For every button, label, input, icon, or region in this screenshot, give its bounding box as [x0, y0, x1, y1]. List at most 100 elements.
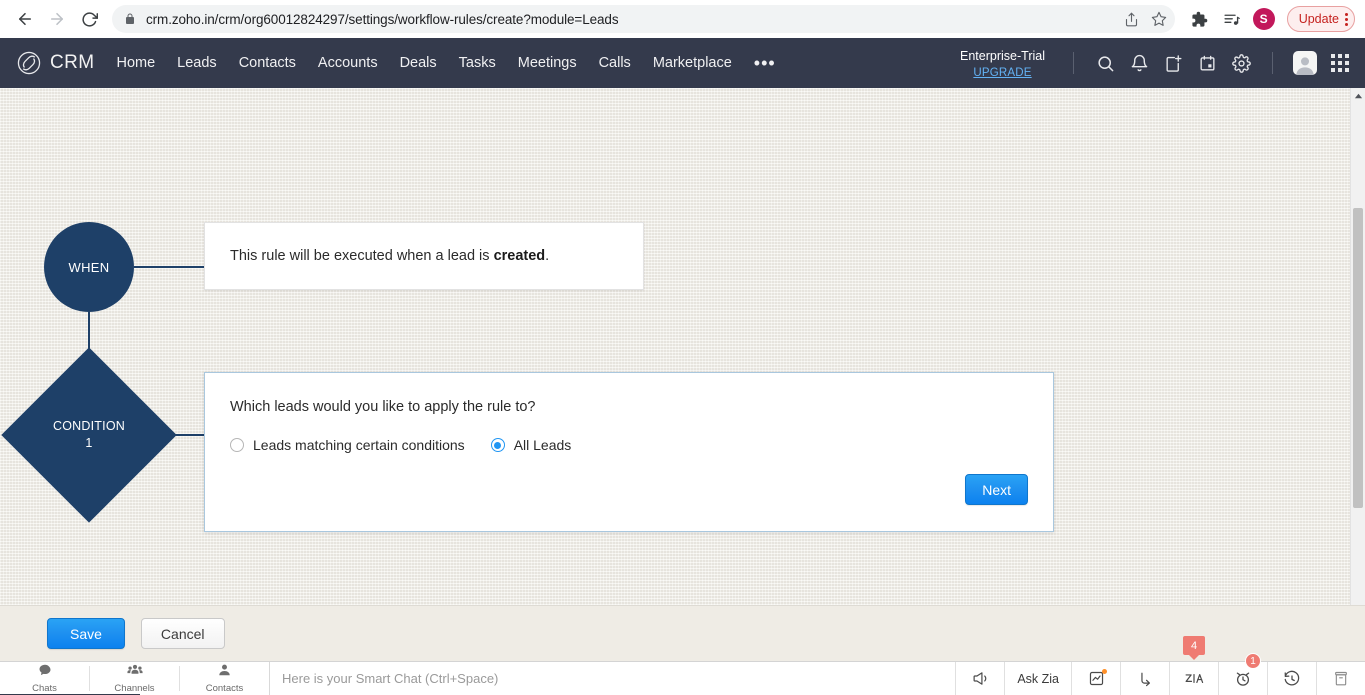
browser-toolbar-icons: S Update — [1183, 6, 1355, 32]
condition-radio-group: Leads matching certain conditions All Le… — [230, 437, 1028, 453]
next-button[interactable]: Next — [965, 474, 1028, 505]
nav-item-deals[interactable]: Deals — [400, 55, 437, 71]
archive-icon[interactable] — [1316, 662, 1365, 695]
profile-avatar[interactable]: S — [1252, 8, 1275, 30]
radio-button-unselected[interactable] — [230, 438, 244, 452]
smart-chat-placeholder: Here is your Smart Chat (Ctrl+Space) — [282, 671, 499, 686]
flow-node-condition-label: CONDITION 1 — [27, 373, 151, 497]
when-text-bold: created — [493, 248, 546, 264]
ask-zia-button[interactable]: Ask Zia — [1004, 662, 1071, 695]
crm-main-nav: Home Leads Contacts Accounts Deals Tasks… — [116, 54, 960, 72]
analytics-icon[interactable] — [1071, 662, 1120, 695]
nav-item-contacts[interactable]: Contacts — [239, 55, 296, 71]
save-button[interactable]: Save — [47, 618, 125, 649]
condition-card: Which leads would you like to apply the … — [204, 372, 1054, 532]
scroll-up-arrow-icon[interactable] — [1351, 88, 1365, 104]
gear-icon[interactable] — [1224, 46, 1258, 80]
browser-nav-buttons — [10, 4, 104, 34]
radio-option-matching-conditions[interactable]: Leads matching certain conditions — [230, 437, 465, 453]
taskbar-item-chats[interactable]: Chats — [0, 662, 89, 695]
radio-option-all-leads[interactable]: All Leads — [490, 437, 572, 453]
apps-grid-icon[interactable] — [1331, 54, 1349, 72]
bell-icon[interactable] — [1122, 46, 1156, 80]
nav-item-accounts[interactable]: Accounts — [318, 55, 378, 71]
when-summary-card[interactable]: This rule will be executed when a lead i… — [204, 222, 644, 290]
when-summary-text: This rule will be executed when a lead i… — [230, 248, 549, 264]
nav-item-home[interactable]: Home — [116, 55, 155, 71]
form-action-bar: Save Cancel — [0, 605, 1365, 661]
nav-item-meetings[interactable]: Meetings — [518, 55, 577, 71]
reload-button[interactable] — [74, 4, 104, 34]
connector-when-to-card — [134, 266, 204, 268]
omnibox-actions — [1124, 5, 1167, 33]
flow-node-when-label: WHEN — [68, 259, 110, 275]
taskbar-item-channels[interactable]: Channels — [90, 662, 179, 695]
radio-label-matching-conditions: Leads matching certain conditions — [253, 437, 465, 453]
browser-toolbar: crm.zoho.in/crm/org60012824297/settings/… — [0, 0, 1365, 38]
zia-badge: 4 — [1183, 636, 1205, 655]
extensions-icon[interactable] — [1187, 6, 1213, 32]
person-icon — [218, 663, 231, 682]
taskbar-label-contacts: Contacts — [205, 683, 244, 694]
avatar[interactable] — [1293, 51, 1317, 75]
alarm-badge: 1 — [1245, 653, 1261, 669]
trial-plan-block: Enterprise-Trial UPGRADE — [960, 46, 1045, 80]
reading-list-icon[interactable] — [1219, 6, 1245, 32]
taskbar-left-group: Chats Channels Contacts — [0, 662, 269, 695]
condition-label-line2: 1 — [85, 436, 93, 450]
nav-item-calls[interactable]: Calls — [599, 55, 631, 71]
workflow-canvas: WHEN CONDITION 1 This rule will be execu… — [0, 88, 1365, 605]
megaphone-icon[interactable] — [955, 662, 1004, 695]
nav-more-icon[interactable]: ••• — [754, 54, 776, 72]
update-button[interactable]: Update — [1286, 6, 1355, 32]
bookmark-star-icon[interactable] — [1151, 11, 1167, 27]
chat-bubble-icon — [38, 663, 52, 682]
search-icon[interactable] — [1088, 46, 1122, 80]
analytics-status-dot — [1102, 669, 1107, 674]
zia-icon[interactable]: 4 — [1169, 636, 1218, 695]
back-button[interactable] — [10, 4, 40, 34]
calendar-icon[interactable] — [1190, 46, 1224, 80]
next-button-wrap: Next — [965, 474, 1028, 505]
condition-label-line1: CONDITION — [53, 419, 125, 434]
flow-node-when[interactable]: WHEN — [44, 222, 134, 312]
when-text-before: This rule will be executed when a lead i… — [230, 248, 494, 264]
radio-button-selected[interactable] — [490, 438, 505, 452]
taskbar-label-chats: Chats — [32, 683, 57, 694]
taskbar-item-contacts[interactable]: Contacts — [180, 662, 269, 695]
forward-button[interactable] — [42, 4, 72, 34]
nav-item-tasks[interactable]: Tasks — [459, 55, 496, 71]
share-arrow-icon[interactable] — [1120, 662, 1169, 695]
bottom-taskbar: Chats Channels Contacts Here is your Sma… — [0, 636, 1365, 695]
alarm-clock-icon[interactable]: 1 — [1218, 653, 1267, 695]
crm-header: CRM Home Leads Contacts Accounts Deals T… — [0, 38, 1365, 88]
update-label: Update — [1298, 12, 1339, 26]
add-note-icon[interactable] — [1156, 46, 1190, 80]
crm-header-right: Enterprise-Trial UPGRADE — [960, 46, 1351, 80]
upgrade-link[interactable]: UPGRADE — [960, 66, 1045, 80]
radio-label-all-leads: All Leads — [513, 437, 572, 453]
lock-icon[interactable] — [124, 13, 136, 25]
address-bar[interactable]: crm.zoho.in/crm/org60012824297/settings/… — [112, 5, 1175, 33]
share-icon[interactable] — [1124, 12, 1139, 27]
taskbar-right-group: Ask Zia 4 1 — [955, 636, 1365, 695]
vertical-scrollbar[interactable] — [1350, 88, 1365, 605]
browser-menu-icon[interactable] — [1343, 12, 1348, 26]
flow-node-condition-1[interactable]: CONDITION 1 — [1, 347, 177, 523]
header-divider-1 — [1073, 52, 1074, 74]
when-text-after: . — [545, 248, 550, 264]
header-divider-2 — [1272, 52, 1273, 74]
plan-label: Enterprise-Trial — [960, 48, 1045, 63]
nav-item-leads[interactable]: Leads — [177, 55, 217, 71]
url-text: crm.zoho.in/crm/org60012824297/settings/… — [146, 11, 619, 27]
scrollbar-thumb[interactable] — [1353, 208, 1363, 508]
crm-logo-text: CRM — [50, 52, 95, 73]
smart-chat-input[interactable]: Here is your Smart Chat (Ctrl+Space) — [269, 662, 955, 695]
crm-logo[interactable]: CRM — [16, 50, 94, 76]
taskbar-label-channels: Channels — [114, 683, 155, 694]
zoho-crm-logo-icon — [16, 50, 42, 76]
group-icon — [126, 663, 143, 682]
history-icon[interactable] — [1267, 662, 1316, 695]
nav-item-marketplace[interactable]: Marketplace — [653, 55, 732, 71]
cancel-button[interactable]: Cancel — [140, 618, 225, 649]
